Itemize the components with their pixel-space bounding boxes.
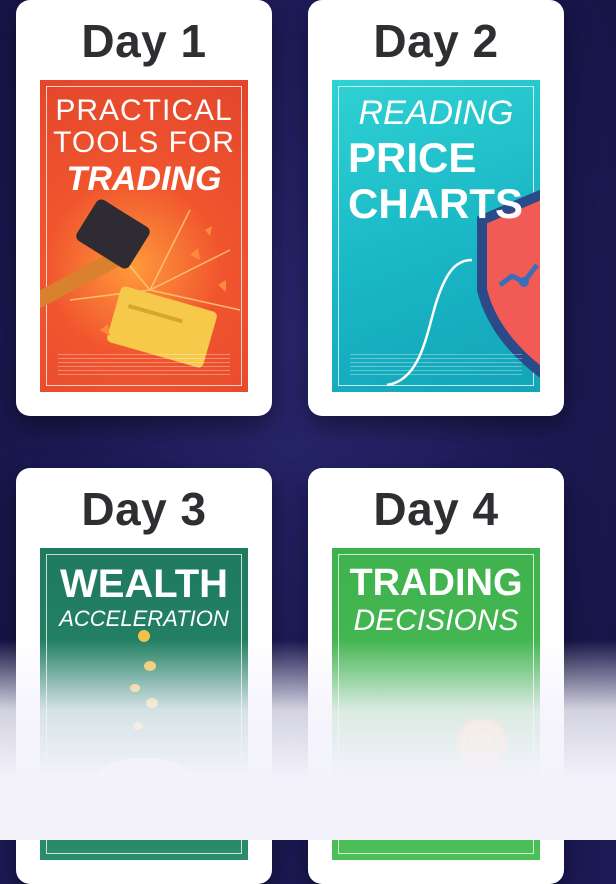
day-1-label: Day 1 — [81, 15, 207, 67]
cover-title-line-1: READING — [358, 94, 514, 132]
day-4-card[interactable]: Day 4 TRADING DECISIONS — [308, 468, 564, 884]
cover-title-line-2: PRICE — [348, 134, 477, 181]
day-1-book-cover[interactable]: PRACTICAL TOOLS FOR TRADING — [40, 80, 248, 392]
day-4-book-cover[interactable]: TRADING DECISIONS — [332, 548, 540, 860]
day-3-label: Day 3 — [81, 483, 207, 535]
hammer-head — [76, 199, 150, 269]
day-1-card[interactable]: Day 1 PRACTICAL TOOLS FOR TRADING — [16, 0, 272, 416]
gold-coin — [456, 717, 508, 769]
cover-title-line-3: CHARTS — [348, 180, 523, 227]
hammer-card-illustration — [40, 199, 241, 368]
cover-small-print — [350, 354, 522, 376]
coins-piggy-illustration — [96, 630, 192, 802]
coin-illustration — [456, 717, 508, 769]
day-3-card[interactable]: Day 3 WEALTH ACCELERATION — [16, 468, 272, 884]
day-2-book-cover[interactable]: READING PRICE CHARTS — [332, 80, 540, 392]
day-2-card[interactable]: Day 2 READING PRICE CHARTS — [308, 0, 564, 416]
falling-coins — [130, 630, 158, 730]
cover-small-print — [58, 354, 230, 376]
day-2-label: Day 2 — [373, 15, 499, 67]
piggy-bank — [96, 758, 192, 802]
day-4-label: Day 4 — [373, 483, 499, 535]
day-3-book-cover[interactable]: WEALTH ACCELERATION — [40, 548, 248, 860]
